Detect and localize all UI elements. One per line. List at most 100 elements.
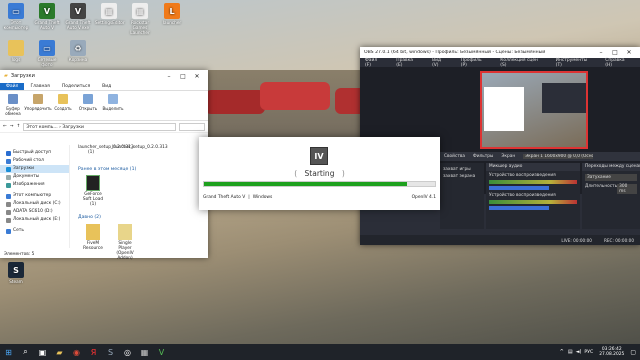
- volume-slider[interactable]: [489, 186, 549, 190]
- obs-toolbar: Свойства Фильтры Экран Экран 1 1600x900 …: [440, 152, 640, 161]
- openiv-dialog[interactable]: IV ( Starting ) Grand Theft Auto V | Win…: [199, 137, 440, 210]
- obs-menu-item[interactable]: Правка (E): [394, 58, 428, 68]
- tray-arrow-icon[interactable]: ^: [560, 349, 564, 355]
- yandex-icon[interactable]: Я: [87, 346, 100, 359]
- desktop-icon[interactable]: V Grand Theft Auto V: [33, 3, 61, 30]
- desktop-icon[interactable]: Llauncher: [158, 3, 186, 25]
- nav-item[interactable]: Документы: [0, 173, 69, 181]
- chrome-icon[interactable]: ◉: [70, 346, 83, 359]
- desktop-icon[interactable]: ▭ Этот компьютер: [2, 3, 30, 30]
- obs-titlebar[interactable]: OBS 27.0.1 (64 bit, windows) - Профиль: …: [360, 47, 640, 58]
- duration-input[interactable]: 300 ms: [617, 184, 637, 194]
- file-item[interactable]: GeForce Soft Load (1): [80, 175, 106, 207]
- tab-file[interactable]: Файл: [0, 82, 25, 90]
- steam-taskbar-icon[interactable]: S: [104, 346, 117, 359]
- select-icon: [108, 94, 118, 104]
- file-item[interactable]: FiveM Resource: [80, 224, 106, 251]
- open-button[interactable]: Открыть: [79, 94, 97, 111]
- clipboard-button[interactable]: Буфер обмена: [4, 94, 22, 116]
- obs-menu-item[interactable]: Инструменты (T): [554, 58, 602, 68]
- language-indicator[interactable]: РУС: [584, 350, 593, 355]
- obs-title: OBS 27.0.1 (64 bit, windows) - Профиль: …: [364, 50, 546, 55]
- progress-bar: [203, 181, 436, 187]
- clock[interactable]: 03:26:42 27.08.2025: [599, 347, 624, 358]
- forward-icon[interactable]: →: [10, 124, 14, 129]
- source-item[interactable]: захват игры: [443, 166, 481, 173]
- file-item[interactable]: launcher_setup_0.2.0.313: [112, 145, 168, 150]
- new-folder-icon: [58, 94, 68, 104]
- file-item[interactable]: launcher_setup_0.2.0.313 (1): [78, 145, 134, 155]
- nav-item[interactable]: Локальный диск (E:): [0, 216, 69, 224]
- nav-item[interactable]: Быстрый доступ: [0, 149, 69, 157]
- steam-icon: S: [8, 262, 24, 278]
- nav-item-icon: [6, 209, 11, 215]
- back-icon[interactable]: ←: [3, 124, 7, 129]
- desktop-icon[interactable]: V Grand Theft Auto V.exe: [64, 3, 92, 30]
- nav-item[interactable]: Этот компьютер: [0, 192, 69, 200]
- filters-button[interactable]: Фильтры: [473, 154, 493, 159]
- new-button[interactable]: Создать: [54, 94, 72, 111]
- transition-select[interactable]: Затухание: [585, 174, 637, 181]
- obs-menu-item[interactable]: Файл (F): [363, 58, 392, 68]
- file-item[interactable]: Single Player (OpenIV Addon): [112, 224, 138, 261]
- nav-item[interactable]: Рабочий стол: [0, 157, 69, 165]
- explorer-window[interactable]: ▰ Загрузки – □ ✕ Файл Главная Поделиться…: [0, 70, 208, 261]
- organize-button[interactable]: Упорядочить: [24, 94, 52, 111]
- nav-item[interactable]: Загрузки: [0, 165, 69, 173]
- properties-button[interactable]: Свойства: [444, 154, 465, 159]
- start-button[interactable]: ⊞: [2, 346, 15, 359]
- duration-label: Длительность: [585, 184, 618, 189]
- address-bar[interactable]: Этот компь... › Загрузки: [23, 122, 176, 131]
- obs-menu-item[interactable]: Коллекция сцен (S): [498, 58, 551, 68]
- minimize-icon[interactable]: –: [594, 49, 608, 56]
- tab-view[interactable]: Вид: [96, 83, 117, 90]
- obs-menu-item[interactable]: Справка (H): [603, 58, 640, 68]
- minimize-icon[interactable]: –: [162, 73, 176, 80]
- clipboard-icon: [8, 94, 18, 104]
- desktop-icon[interactable]: ▭ Сетевые фото: [33, 40, 61, 67]
- source-name: Экран: [501, 154, 516, 159]
- network-icon[interactable]: ▤: [568, 349, 573, 355]
- nav-item[interactable]: Локальный диск (C:): [0, 200, 69, 208]
- volume-slider[interactable]: [489, 206, 549, 210]
- group-header-month[interactable]: Ранее в этом месяце (1): [78, 167, 136, 172]
- search-icon[interactable]: ⌕: [19, 346, 32, 359]
- obs-menu-item[interactable]: Вид (V): [430, 58, 457, 68]
- desktop-icon[interactable]: ▦ SettingsEditor: [95, 3, 125, 25]
- nav-item[interactable]: Изображения: [0, 181, 69, 189]
- gta-taskbar-icon[interactable]: V: [155, 346, 168, 359]
- game-name: Grand Theft Auto V: [203, 195, 246, 200]
- tab-home[interactable]: Главная: [24, 83, 55, 90]
- notifications-icon[interactable]: ▢: [630, 349, 636, 356]
- desktop-icon[interactable]: logs: [2, 40, 30, 62]
- nav-item[interactable]: Сеть: [0, 227, 69, 235]
- nav-item[interactable]: ADATA SC610 (D:): [0, 208, 69, 216]
- volume-icon[interactable]: ◄): [576, 349, 582, 355]
- search-input[interactable]: [179, 122, 205, 131]
- address-bar-row: ← → ↑ Этот компь... › Загрузки: [0, 121, 208, 133]
- up-icon[interactable]: ↑: [17, 124, 21, 129]
- select-button[interactable]: Выделить: [103, 94, 124, 111]
- obs-taskbar-icon[interactable]: ◎: [121, 346, 134, 359]
- desktop-icon[interactable]: ▦ Rockstar Games Launcher: [126, 3, 154, 35]
- folder-icon: [118, 224, 132, 240]
- close-icon[interactable]: ✕: [622, 49, 636, 56]
- obs-menu-item[interactable]: Профиль (P): [459, 58, 497, 68]
- explorer-titlebar[interactable]: ▰ Загрузки – □ ✕: [0, 70, 208, 82]
- openiv-taskbar-icon[interactable]: ▦: [138, 346, 151, 359]
- desktop-icon[interactable]: ♻ Корзина: [64, 40, 92, 62]
- source-item[interactable]: захват экрана: [443, 173, 481, 180]
- progress-fill: [204, 182, 408, 186]
- group-header-old[interactable]: Давно (2): [78, 215, 101, 220]
- folder-icon: ▰: [4, 73, 8, 79]
- maximize-icon[interactable]: □: [608, 49, 622, 56]
- maximize-icon[interactable]: □: [176, 73, 190, 80]
- navigation-pane: Быстрый доступ Рабочий стол Загрузки Докуме…: [0, 145, 70, 248]
- explorer-taskbar-icon[interactable]: ▰: [53, 346, 66, 359]
- task-view-icon[interactable]: ▣: [36, 346, 49, 359]
- tab-share[interactable]: Поделиться: [56, 83, 96, 90]
- status-text: ( Starting ): [294, 169, 345, 178]
- display-select[interactable]: Экран 1 1600x900 @ 0,0 (Основной монитор…: [523, 154, 594, 159]
- close-icon[interactable]: ✕: [190, 73, 204, 80]
- desktop-icon[interactable]: S Steam: [2, 262, 30, 284]
